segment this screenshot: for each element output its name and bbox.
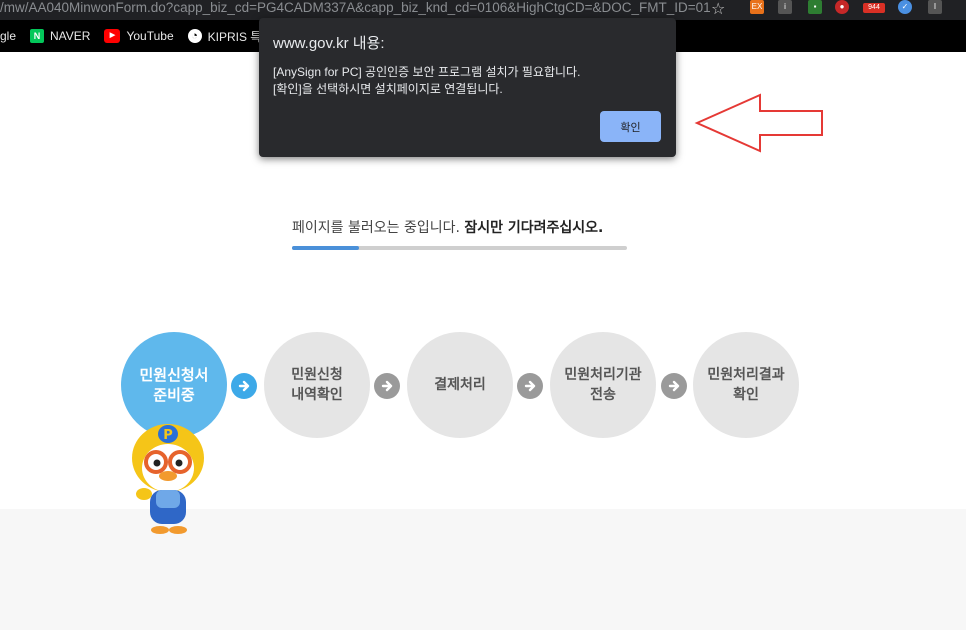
step-line1: 결제처리 bbox=[434, 377, 486, 393]
step-line2: 전송 bbox=[590, 387, 616, 403]
bookmark-label: gle bbox=[0, 29, 17, 43]
step-arrow-icon bbox=[661, 373, 687, 399]
address-bar[interactable]: /mw/AA040MinwonForm.do?capp_biz_cd=PG4CA… bbox=[0, 0, 966, 20]
step-arrow-icon bbox=[517, 373, 543, 399]
loading-progress-bar bbox=[292, 246, 627, 250]
loading-message: 페이지를 불러오는 중입니다. 잠시만 기다려주십시오. bbox=[292, 217, 603, 237]
step-line2: 확인 bbox=[733, 387, 759, 403]
annotation-arrow-icon bbox=[694, 93, 823, 153]
loading-progress-fill bbox=[292, 246, 359, 250]
alert-dialog: www.gov.kr 내용: [AnySign for PC] 공인인증 보안 … bbox=[259, 18, 676, 157]
dialog-message-line: [AnySign for PC] 공인인증 보안 프로그램 설치가 필요합니다. bbox=[273, 65, 581, 79]
ex-extension-icon[interactable]: EX bbox=[750, 0, 764, 14]
bookmark-label: KIPRIS 특 bbox=[207, 29, 262, 44]
bookmark-kipris[interactable]: ◔ KIPRIS 특 bbox=[187, 28, 262, 45]
step-line1: 민원처리기관 bbox=[564, 367, 642, 383]
step-label: 민원신청서준비중 bbox=[139, 365, 208, 405]
bookmark-label: NAVER bbox=[50, 29, 91, 43]
url-text[interactable]: /mw/AA040MinwonForm.do?capp_biz_cd=PG4CA… bbox=[0, 0, 710, 20]
loading-text: 페이지를 불러오는 중입니다. bbox=[292, 220, 460, 236]
bookmark-label: YouTube bbox=[126, 29, 174, 43]
card-extension-icon[interactable]: ▪ bbox=[808, 0, 822, 14]
step-arrow-icon bbox=[231, 373, 257, 399]
mail-extension-icon[interactable]: 944 bbox=[863, 3, 885, 13]
adblock-extension-icon[interactable]: ● bbox=[835, 0, 849, 14]
step-2: 민원신청내역확인 bbox=[264, 332, 370, 438]
step-arrow-icon bbox=[374, 373, 400, 399]
step-line1: 민원처리결과 bbox=[707, 367, 785, 383]
bookmark-google[interactable]: gle bbox=[0, 29, 16, 43]
info-extension-icon[interactable]: i bbox=[778, 0, 792, 14]
step-label: 민원처리결과확인 bbox=[707, 365, 784, 405]
bookmark-naver[interactable]: N NAVER bbox=[30, 29, 90, 43]
youtube-icon: ▶ bbox=[104, 29, 121, 43]
step-5: 민원처리결과확인 bbox=[693, 332, 799, 438]
step-line1: 민원신청 bbox=[291, 367, 343, 383]
dialog-ok-button[interactable]: 확인 bbox=[600, 111, 661, 142]
bookmark-youtube[interactable]: ▶ YouTube bbox=[104, 29, 174, 43]
check-extension-icon[interactable]: ✓ bbox=[898, 0, 912, 14]
kipris-icon: ◔ bbox=[187, 29, 202, 43]
step-4: 민원처리기관전송 bbox=[550, 332, 656, 438]
step-3: 결제처리 bbox=[407, 332, 513, 438]
naver-icon: N bbox=[30, 29, 45, 43]
dialog-message: [AnySign for PC] 공인인증 보안 프로그램 설치가 필요합니다.… bbox=[273, 64, 580, 98]
step-line2: 준비중 bbox=[153, 386, 195, 404]
step-line1: 민원신청서 bbox=[139, 366, 209, 384]
pororo-mascot-icon: P bbox=[132, 424, 204, 534]
svg-text:P: P bbox=[163, 428, 173, 443]
bookmark-star-icon[interactable]: ☆ bbox=[711, 0, 725, 18]
step-line2: 내역확인 bbox=[291, 387, 343, 403]
step-label: 민원처리기관전송 bbox=[564, 365, 641, 405]
dialog-message-line: [확인]을 선택하시면 설치페이지로 연결됩니다. bbox=[273, 82, 503, 96]
dialog-title: www.gov.kr 내용: bbox=[273, 35, 385, 52]
loading-emphasis: 잠시만 기다려주십시오. bbox=[464, 220, 604, 236]
menu-extension-icon[interactable]: I bbox=[928, 0, 942, 14]
step-label: 민원신청내역확인 bbox=[291, 365, 343, 405]
